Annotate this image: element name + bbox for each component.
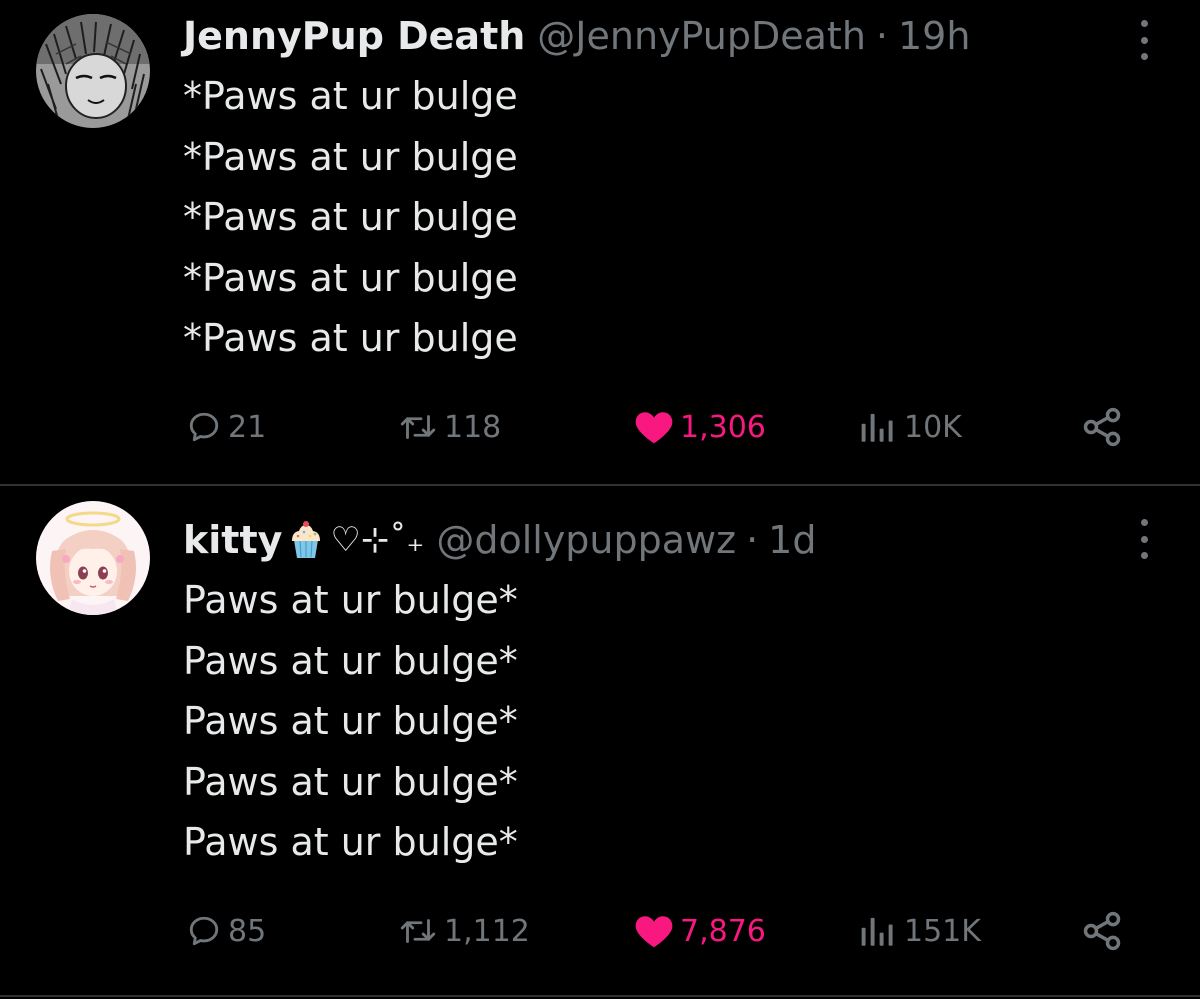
repost-button[interactable]: 118 (398, 402, 501, 452)
share-icon (1083, 407, 1121, 447)
repost-count: 118 (444, 409, 502, 445)
reply-icon (189, 412, 219, 442)
tweet-actions: 21 118 1,306 10K (0, 402, 1200, 452)
tweet-text-line: Paws at ur bulge* (183, 638, 518, 683)
reply-button[interactable]: 21 (186, 402, 266, 452)
repost-icon (400, 415, 436, 439)
anime-girl-avatar-image (36, 501, 150, 615)
reply-button[interactable]: 85 (186, 906, 266, 956)
cupcake-emoji-icon (292, 521, 321, 558)
tweet-text-line: *Paws at ur bulge (183, 195, 518, 239)
heart-icon (635, 916, 673, 948)
share-button[interactable] (1080, 906, 1124, 956)
reply-count: 21 (228, 409, 267, 445)
more-options-icon[interactable] (1132, 519, 1156, 559)
reply-count: 85 (228, 913, 267, 949)
reply-icon (189, 916, 219, 946)
timestamp[interactable]: 19h (898, 8, 970, 64)
tweet-text-line: *Paws at ur bulge (183, 255, 518, 300)
like-button[interactable]: 7,876 (634, 906, 766, 956)
tweet-text-line: Paws at ur bulge* (183, 699, 518, 743)
display-name[interactable]: JennyPup Death (183, 8, 525, 64)
more-options-icon[interactable] (1132, 20, 1156, 60)
tweet-text: *Paws at ur bulge *Paws at ur bulge *Paw… (183, 66, 518, 369)
share-icon (1083, 911, 1121, 951)
separator-dot: · (746, 518, 759, 562)
user-handle[interactable]: @dollypuppawz (436, 512, 736, 568)
tweet-actions: 85 1,112 7,876 151K (0, 906, 1200, 956)
tweet-header: kitty ♡⊹˚₊ @dollypuppawz · 1d (183, 512, 816, 568)
view-count: 10K (904, 409, 962, 445)
view-count: 151K (904, 913, 981, 949)
views-button[interactable]: 10K (858, 402, 962, 452)
analytics-icon (861, 917, 893, 946)
user-avatar[interactable] (36, 14, 150, 128)
tweet-text: Paws at ur bulge* Paws at ur bulge* Paws… (183, 570, 518, 873)
timestamp[interactable]: 1d (768, 512, 816, 568)
analytics-icon (861, 413, 893, 442)
display-name[interactable]: kitty (183, 512, 282, 568)
sketch-avatar-image (36, 14, 150, 128)
user-avatar[interactable] (36, 501, 150, 615)
share-button[interactable] (1080, 402, 1124, 452)
tweet-text-line: *Paws at ur bulge (183, 316, 518, 360)
user-handle[interactable]: @JennyPupDeath (537, 8, 866, 64)
tweet[interactable]: JennyPup Death @JennyPupDeath · 19h *Paw… (0, 0, 1200, 484)
repost-button[interactable]: 1,112 (398, 906, 530, 956)
tweet-text-line: Paws at ur bulge* (183, 578, 518, 622)
name-ornament: ♡⊹˚₊ (330, 520, 425, 560)
like-button[interactable]: 1,306 (634, 402, 766, 452)
separator-dot: · (875, 14, 888, 58)
heart-icon (635, 412, 673, 444)
tweet-text-line: *Paws at ur bulge (183, 74, 518, 118)
like-count: 7,876 (680, 913, 766, 949)
repost-count: 1,112 (444, 913, 530, 949)
like-count: 1,306 (680, 409, 766, 445)
tweet-text-line: *Paws at ur bulge (183, 134, 518, 179)
divider (0, 995, 1200, 997)
views-button[interactable]: 151K (858, 906, 981, 956)
repost-icon (400, 919, 436, 943)
tweet[interactable]: kitty ♡⊹˚₊ @dollypuppawz · 1d Paws at ur… (0, 486, 1200, 996)
tweet-header: JennyPup Death @JennyPupDeath · 19h (183, 8, 970, 64)
tweet-text-line: Paws at ur bulge* (183, 820, 518, 864)
tweet-text-line: Paws at ur bulge* (183, 759, 518, 804)
